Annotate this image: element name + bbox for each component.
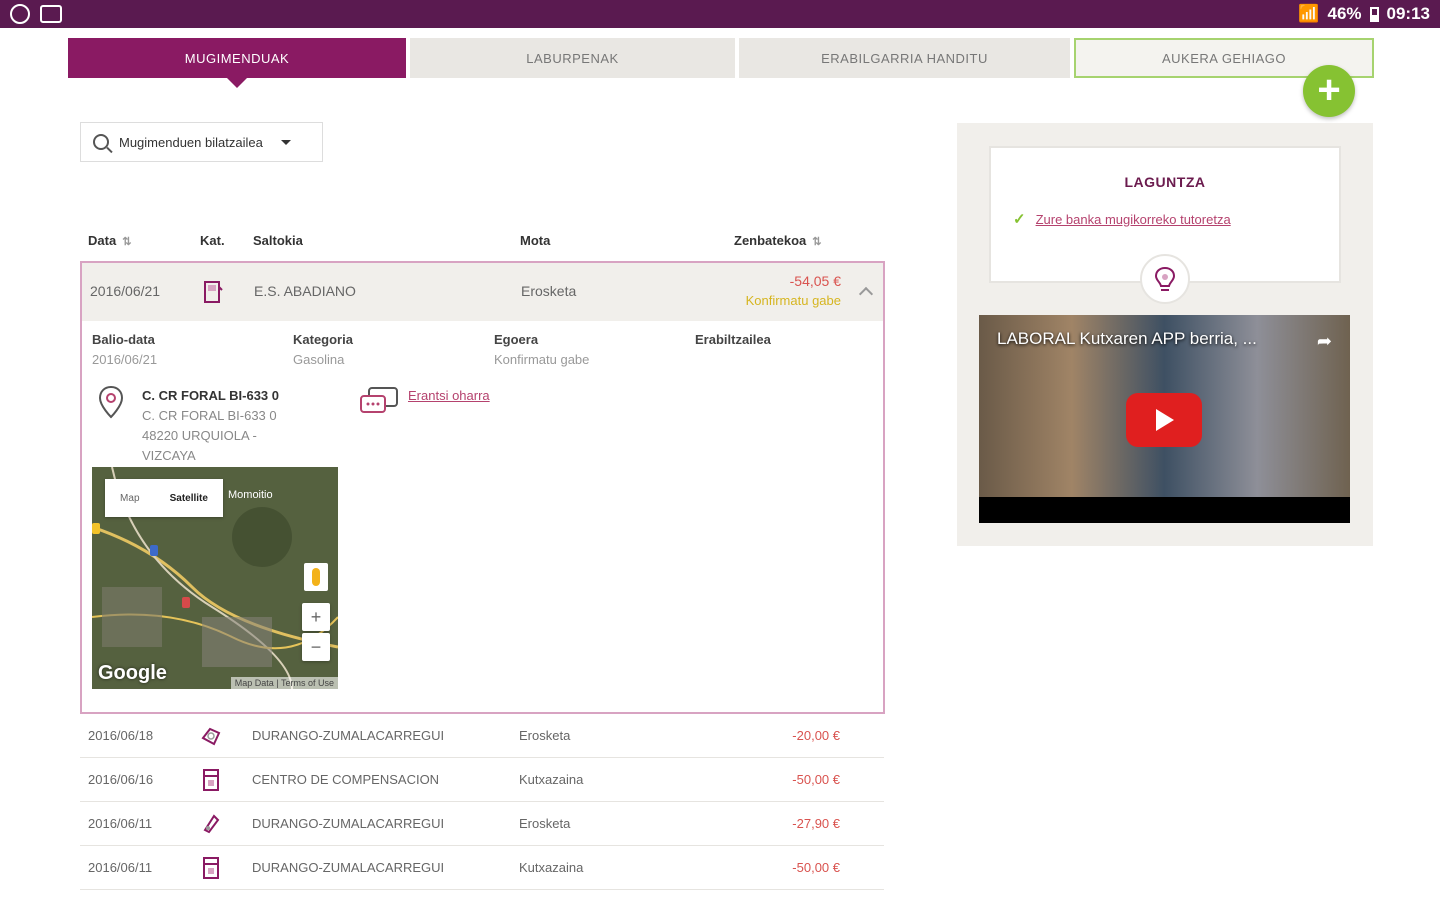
row-date: 2016/06/11 [88, 860, 153, 875]
row-amount: -20,00 € [792, 728, 840, 743]
road-tag [150, 545, 159, 556]
row-type: Erosketa [521, 283, 577, 299]
help-tutorial-link[interactable]: Zure banka mugikorreko tutoretza [1036, 212, 1231, 227]
fuel-icon [204, 281, 223, 303]
chevron-up-icon[interactable] [858, 286, 874, 302]
row-type: Erosketa [519, 816, 571, 831]
check-icon: ✓ [1013, 211, 1026, 228]
row-status-note: Konfirmatu gabe [745, 293, 841, 308]
header-date[interactable]: Data ⇅ [88, 233, 131, 248]
add-button[interactable]: + [1303, 65, 1355, 117]
location-map[interactable]: Map Satellite Momoitio + − Google Map Da… [92, 467, 338, 689]
sort-icon: ⇅ [812, 236, 822, 248]
value-date: 2016/06/21 [92, 352, 158, 367]
map-type-toggle[interactable]: Map Satellite [105, 479, 223, 517]
row-amount: -50,00 € [792, 860, 840, 875]
battery-icon [1369, 6, 1379, 22]
expanded-movement: 2016/06/21 E.S. ABADIANO Erosketa -54,05… [80, 261, 885, 714]
header-amount-label: Zenbatekoa [734, 233, 807, 248]
zoom-out-button[interactable]: − [302, 633, 330, 661]
search-label: Mugimenduen bilatzailea [119, 134, 263, 150]
row-date: 2016/06/18 [88, 728, 154, 743]
lightbulb-icon [1140, 254, 1190, 304]
address-line: 48220 URQUIOLA - [142, 428, 257, 443]
row-store: DURANGO-ZUMALACARREGUI [252, 728, 445, 743]
row-type: Kutxazaina [519, 772, 584, 787]
shopping-icon [201, 727, 221, 746]
battery-percent: 46% [1327, 4, 1362, 23]
main-tabs: MUGIMENDUAK LABURPENAK ERABILGARRIA HAND… [68, 38, 1374, 88]
row-amount: -50,00 € [792, 772, 840, 787]
share-icon[interactable]: ➦ [1317, 331, 1332, 352]
atm-icon [203, 769, 219, 791]
row-date: 2016/06/11 [88, 816, 153, 831]
google-logo: Google [98, 662, 167, 684]
row-amount: -27,90 € [792, 816, 840, 831]
map-type-map[interactable]: Map [120, 493, 139, 504]
category-label: Kategoria [293, 332, 353, 347]
state-label: Egoera [494, 332, 539, 347]
add-note-link[interactable]: Erantsi oharra [408, 388, 490, 403]
map-place-label: Momoitio [228, 489, 273, 501]
header-type: Mota [520, 233, 551, 248]
street-view-icon[interactable] [304, 563, 328, 591]
note-icon [360, 387, 398, 413]
address-line: VIZCAYA [142, 448, 196, 463]
map-type-satellite[interactable]: Satellite [170, 493, 208, 504]
header-store: Saltokia [253, 233, 303, 248]
row-amount: -54,05 € [789, 273, 841, 289]
atm-icon [203, 857, 219, 879]
sort-icon: ⇅ [122, 236, 132, 248]
value-date-label: Balio-data [92, 332, 155, 347]
tab-laburpenak[interactable]: LABURPENAK [410, 38, 735, 78]
clock: 09:13 [1386, 4, 1430, 23]
row-type: Kutxazaina [519, 860, 584, 875]
table-row[interactable]: 2016/06/16 CENTRO DE COMPENSACION Kutxaz… [80, 758, 884, 802]
table-row[interactable]: 2016/06/11 DURANGO-ZUMALACARREGUI Kutxaz… [80, 846, 884, 890]
help-link-row: ✓ Zure banka mugikorreko tutoretza [1013, 210, 1231, 228]
gallery-icon [40, 5, 62, 23]
movement-search-dropdown[interactable]: Mugimenduen bilatzailea [80, 122, 323, 162]
row-date: 2016/06/21 [90, 283, 161, 299]
tab-erabilgarria-handitu[interactable]: ERABILGARRIA HANDITU [739, 38, 1070, 78]
search-icon [93, 134, 109, 150]
play-icon[interactable] [1126, 393, 1202, 447]
row-store: CENTRO DE COMPENSACION [252, 772, 440, 787]
road-tag [92, 523, 101, 534]
video-player[interactable]: LABORAL Kutxaren APP berria, ... ➦ [979, 315, 1350, 523]
table-row[interactable]: 2016/06/11 DURANGO-ZUMALACARREGUI Eroske… [80, 802, 884, 846]
table-row-expanded[interactable]: 2016/06/21 E.S. ABADIANO Erosketa -54,05… [82, 263, 883, 321]
road-tag [182, 597, 191, 608]
category-value: Gasolina [293, 352, 345, 367]
state-value: Konfirmatu gabe [494, 352, 590, 367]
row-store: E.S. ABADIANO [254, 283, 356, 299]
video-title: LABORAL Kutxaren APP berria, ... [997, 329, 1257, 348]
location-pin-icon [98, 385, 124, 419]
chevron-down-icon [280, 139, 291, 145]
map-legal[interactable]: Map Data | Terms of Use [230, 677, 338, 689]
user-label: Erabiltzailea [695, 332, 771, 347]
header-category: Kat. [200, 233, 225, 248]
row-date: 2016/06/16 [88, 772, 154, 787]
table-header: Data ⇅ Kat. Saltokia Mota Zenbatekoa ⇅ [80, 226, 884, 256]
address-line: C. CR FORAL BI-633 0 [142, 408, 277, 423]
side-panel: LAGUNTZA ✓ Zure banka mugikorreko tutore… [957, 123, 1373, 546]
status-bar: 📶 46% 09:13 [0, 0, 1440, 28]
header-date-label: Data [88, 233, 117, 248]
address-title: C. CR FORAL BI-633 0 [142, 388, 280, 403]
row-store: DURANGO-ZUMALACARREGUI [252, 816, 445, 831]
row-type: Erosketa [519, 728, 571, 743]
header-amount[interactable]: Zenbatekoa ⇅ [734, 233, 821, 248]
row-store: DURANGO-ZUMALACARREGUI [252, 860, 445, 875]
wifi-icon: 📶 [1298, 4, 1320, 23]
help-title: LAGUNTZA [1124, 174, 1206, 190]
shopping-icon [203, 814, 220, 834]
zoom-in-button[interactable]: + [302, 603, 330, 631]
notification-icon [10, 4, 30, 24]
tab-mugimenduak[interactable]: MUGIMENDUAK [68, 38, 406, 88]
table-row[interactable]: 2016/06/18 DURANGO-ZUMALACARREGUI Eroske… [80, 714, 884, 758]
